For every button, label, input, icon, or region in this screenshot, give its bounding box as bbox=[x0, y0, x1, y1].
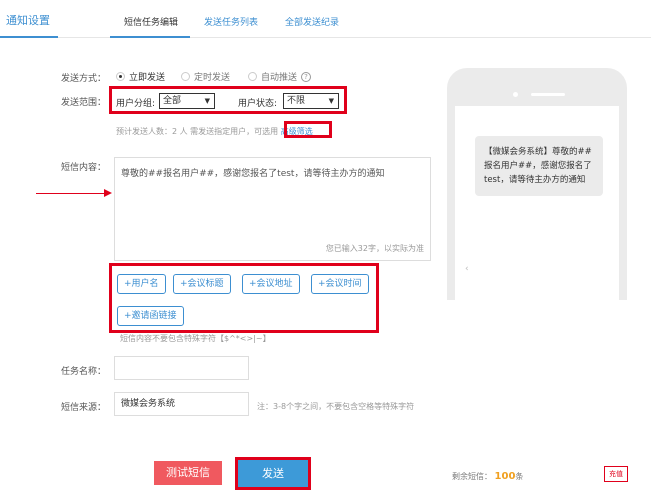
user-status-value: 不限 bbox=[287, 96, 306, 106]
user-status-select[interactable]: 不限 ▼ bbox=[283, 93, 339, 109]
top-nav: 通知设置 短信任务编辑 发送任务列表 全部发送纪录 bbox=[0, 0, 651, 38]
highlight-box-filter bbox=[284, 121, 332, 138]
insert-username-button[interactable]: +用户名 bbox=[117, 274, 166, 294]
recharge-button[interactable]: 充值 bbox=[604, 466, 628, 482]
user-group-select[interactable]: 全部 ▼ bbox=[159, 93, 215, 109]
tab-all-send-records[interactable]: 全部发送纪录 bbox=[285, 15, 339, 28]
chevron-down-icon: ▼ bbox=[328, 97, 334, 105]
user-group-label: 用户分组: bbox=[116, 99, 156, 109]
sms-content-label: 短信内容： bbox=[61, 163, 107, 173]
radio-send-now[interactable]: 立即发送 bbox=[116, 70, 165, 83]
radio-scheduled-send[interactable]: 定时发送 bbox=[181, 70, 230, 83]
send-range-label: 发送范围： bbox=[61, 98, 107, 108]
user-group-value: 全部 bbox=[163, 96, 182, 106]
radio-scheduled-send-label: 定时发送 bbox=[194, 73, 231, 83]
radio-auto-push-label: 自动推送 bbox=[261, 73, 298, 83]
chevron-left-icon: ‹ bbox=[465, 264, 469, 274]
sms-source-hint: 注：3-8个字之间，不要包含空格等特殊字符 bbox=[257, 402, 415, 411]
annotation-arrow-line bbox=[36, 193, 110, 194]
insert-meeting-address-button[interactable]: +会议地址 bbox=[242, 274, 300, 294]
active-tab-underline bbox=[110, 36, 190, 38]
radio-send-now-label: 立即发送 bbox=[129, 73, 166, 83]
radio-dot bbox=[116, 72, 125, 81]
radio-dot bbox=[248, 72, 257, 81]
annotation-arrow-head bbox=[104, 189, 112, 197]
char-counter: 您已输入32字，以实际为准 bbox=[325, 244, 424, 253]
special-chars-hint: 短信内容不要包含特殊字符【$^*<>|~】 bbox=[120, 334, 271, 343]
estimated-recipients-text: 预计发送人数：2 人 需发送指定用户，可选用 bbox=[116, 127, 279, 136]
user-status-label: 用户状态: bbox=[238, 99, 278, 109]
test-sms-button[interactable]: 测试短信 bbox=[154, 461, 222, 485]
task-name-input[interactable] bbox=[114, 356, 249, 380]
sms-content-textarea[interactable]: 尊敬的##报名用户##，感谢您报名了test，请等待主办方的通知 您已输入32字… bbox=[114, 157, 431, 261]
send-method-label: 发送方式： bbox=[61, 74, 107, 84]
radio-dot bbox=[181, 72, 190, 81]
section-title-underline bbox=[0, 36, 58, 38]
insert-meeting-title-button[interactable]: +会议标题 bbox=[173, 274, 231, 294]
remaining-sms: 剩余短信： 100条 bbox=[452, 471, 523, 482]
phone-preview: ‹ 【微媒会务系统】尊敬的##报名用户##，感谢您报名了test，请等待主办方的… bbox=[447, 68, 627, 300]
tab-sms-task-edit[interactable]: 短信任务编辑 bbox=[124, 15, 178, 28]
sms-content-text: 尊敬的##报名用户##，感谢您报名了test，请等待主办方的通知 bbox=[121, 169, 385, 179]
radio-auto-push[interactable]: 自动推送 ? bbox=[248, 70, 312, 83]
section-title[interactable]: 通知设置 bbox=[6, 12, 50, 28]
remaining-sms-unit: 条 bbox=[515, 472, 524, 481]
send-button[interactable]: 发送 bbox=[238, 460, 308, 487]
chevron-down-icon: ▼ bbox=[204, 97, 210, 105]
insert-invitation-link-button[interactable]: +邀请函链接 bbox=[117, 306, 184, 326]
sms-source-input[interactable]: 微媒会务系统 bbox=[114, 392, 249, 416]
remaining-sms-label: 剩余短信： bbox=[452, 472, 492, 481]
tab-send-task-list[interactable]: 发送任务列表 bbox=[204, 15, 258, 28]
phone-top-bezel bbox=[447, 68, 627, 104]
task-name-label: 任务名称： bbox=[61, 367, 107, 377]
sms-preview-bubble: 【微媒会务系统】尊敬的##报名用户##，感谢您报名了test，请等待主办方的通知 bbox=[475, 136, 603, 196]
remaining-sms-count: 100 bbox=[494, 471, 516, 482]
sms-source-label: 短信来源： bbox=[61, 403, 107, 413]
phone-speaker-icon bbox=[531, 93, 565, 96]
insert-meeting-time-button[interactable]: +会议时间 bbox=[311, 274, 369, 294]
help-icon[interactable]: ? bbox=[301, 71, 312, 82]
phone-camera-icon bbox=[513, 92, 518, 97]
